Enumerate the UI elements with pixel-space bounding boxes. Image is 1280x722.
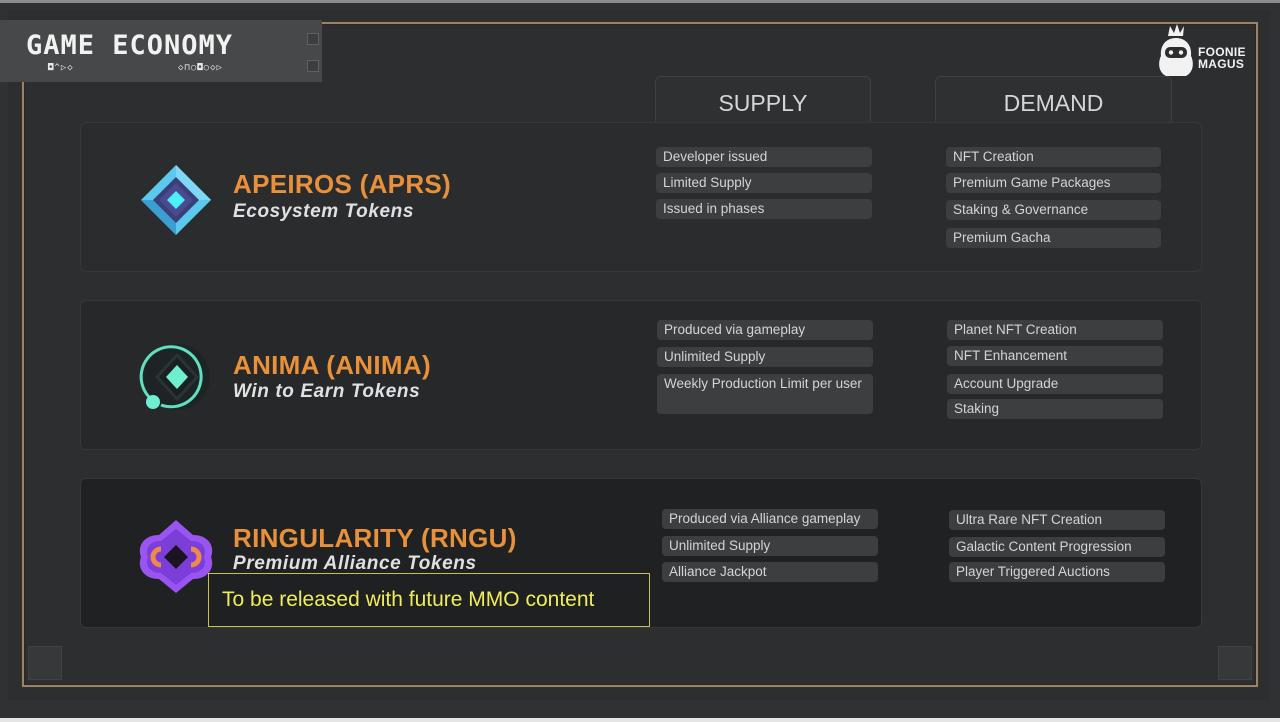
brand-logo: FOONIE MAGUS [1156,22,1256,80]
token-subtitle: Ecosystem Tokens [233,201,415,222]
title-glyphs-left: ◘^▷◇ [48,63,74,73]
corner-ornament-bottom-right [1218,646,1252,680]
demand-item: NFT Enhancement [947,346,1163,366]
supply-item: Alliance Jackpot [662,562,878,582]
supply-item: Issued in phases [656,199,872,219]
demand-item: Player Triggered Auctions [949,562,1165,582]
brand-name: FOONIE MAGUS [1198,46,1246,70]
title-decor-square [307,33,319,45]
token-subtitle: Premium Alliance Tokens [233,553,477,574]
supply-item: Weekly Production Limit per user [657,374,873,414]
demand-item: Staking [947,399,1163,419]
top-edge [0,0,1280,3]
token-name: ANIMA (ANIMA) [233,350,431,380]
supply-item: Developer issued [656,147,872,167]
page-title: GAME ECONOMY [26,30,234,61]
demand-item: Staking & Governance [946,200,1161,220]
title-glyphs-right: ◇⊓○◘○◇▷ [178,63,223,73]
demand-item: Ultra Rare NFT Creation [949,510,1165,530]
demand-item: Account Upgrade [947,374,1163,394]
supply-item: Limited Supply [656,173,872,193]
brand-name-line2: MAGUS [1198,57,1245,71]
diamond-crystal-icon [141,165,211,235]
token-name: RINGULARITY (RNGU) [233,523,517,553]
release-notice: To be released with future MMO content [208,573,650,627]
supply-item: Unlimited Supply [662,536,878,556]
demand-column-header: DEMAND [935,76,1172,124]
ring-knot-icon [139,520,213,593]
demand-item: NFT Creation [946,147,1161,167]
mascot-icon [1159,24,1193,76]
demand-item: Planet NFT Creation [947,320,1163,340]
orbit-diamond-icon [139,344,210,410]
supply-column-header: SUPPLY [655,76,871,124]
bottom-edge [0,718,1280,722]
demand-item: Galactic Content Progression [949,537,1165,557]
token-card-aprs: APEIROS (APRS) Ecosystem Tokens [80,122,1202,272]
supply-item: Produced via gameplay [657,320,873,340]
token-subtitle: Win to Earn Tokens [233,381,421,402]
supply-item: Produced via Alliance gameplay [662,509,878,529]
title-decor-square [307,60,319,72]
demand-item: Premium Game Packages [946,173,1161,193]
token-name: APEIROS (APRS) [233,169,452,199]
demand-item: Premium Gacha [946,228,1161,248]
supply-item: Unlimited Supply [657,347,873,367]
corner-ornament-bottom-left [28,646,62,680]
